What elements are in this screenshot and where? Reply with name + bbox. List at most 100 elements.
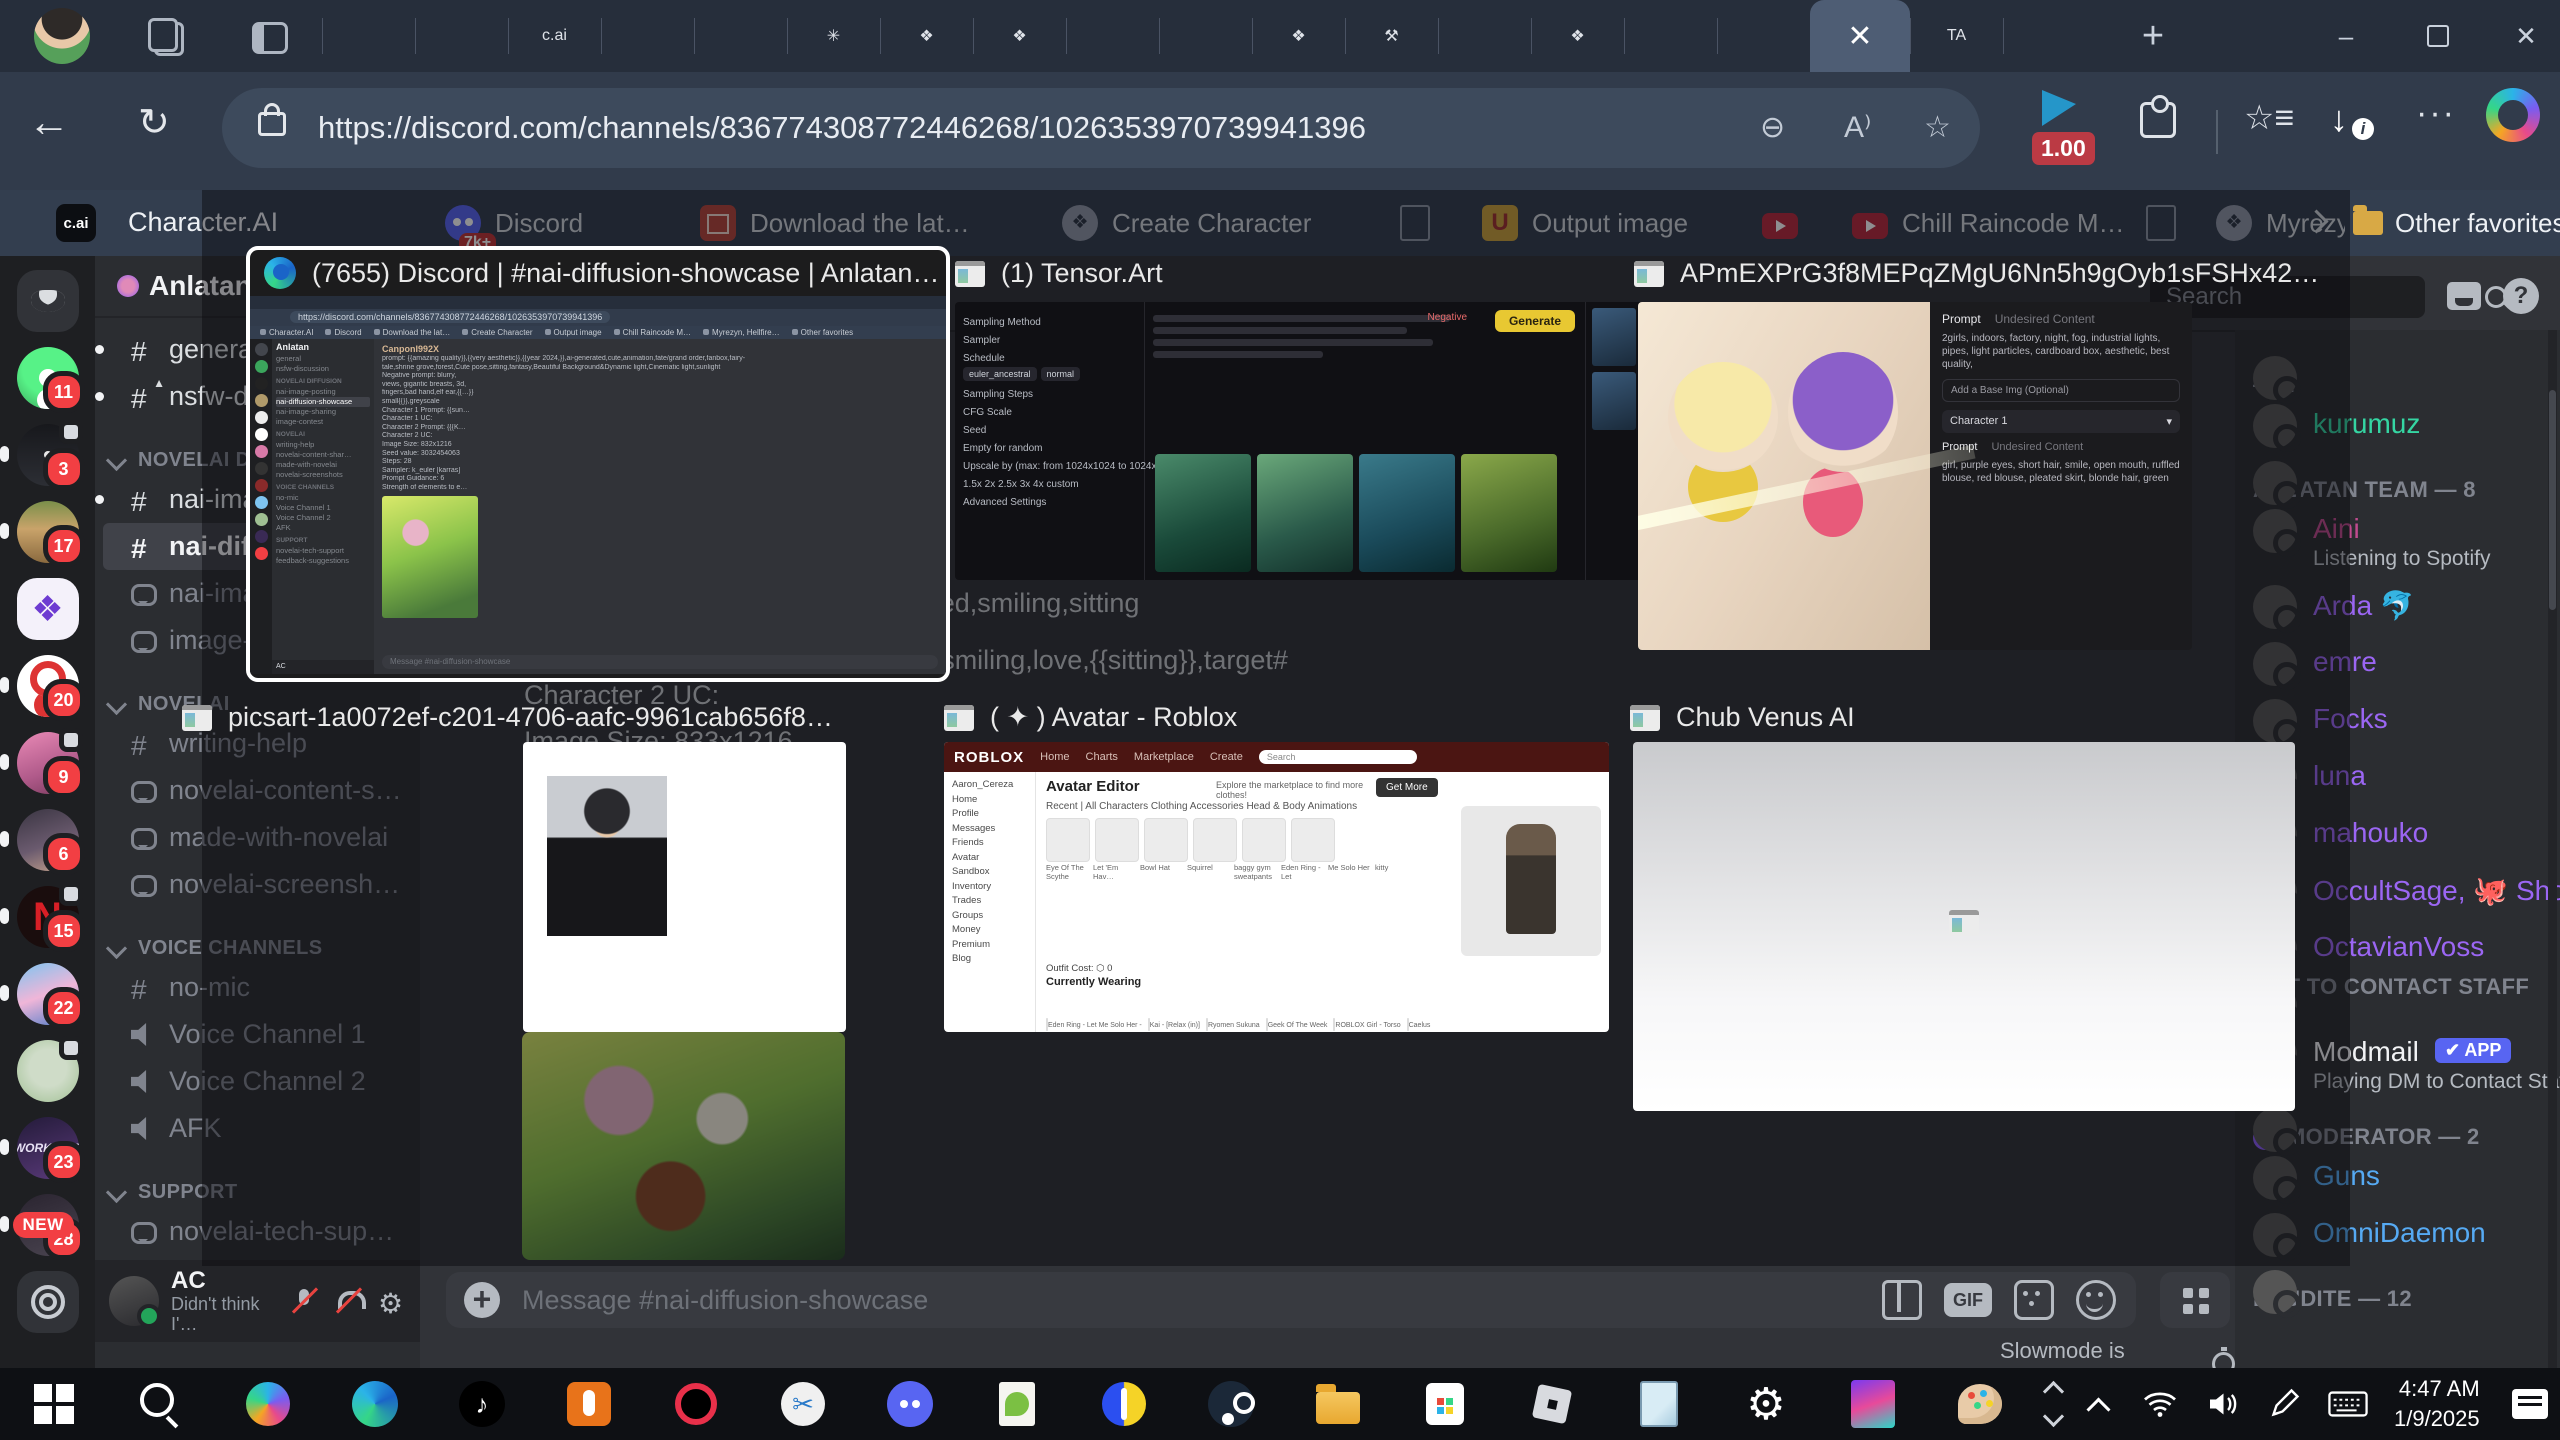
novelai-panel: Prompt Undesired Content 2girls, indoors…	[1930, 302, 2192, 650]
preview-title: (1) Tensor.Art	[1001, 258, 1163, 289]
channel-afk: AFK	[276, 523, 370, 533]
microsoft-store-taskbar-icon[interactable]	[1421, 1380, 1469, 1428]
taskbar-icons	[0, 1380, 2004, 1428]
discord-thumbnail: https://discord.com/channels/83677430877…	[250, 296, 946, 674]
anime-boy-image	[547, 776, 667, 936]
clock-time: 4:47 AM	[2394, 1374, 2480, 1404]
mini-address-bar: https://discord.com/channels/83677430877…	[250, 309, 946, 326]
site-icon	[1634, 261, 1664, 287]
mini-favorites-bar: Character.AI Discord Download the lat… C…	[250, 326, 946, 339]
negative-label: Negative	[1428, 312, 1467, 323]
hidden-icons-chevron[interactable]	[2082, 1387, 2116, 1421]
site-icon	[955, 261, 985, 287]
channel-feedback-suggestions: feedback-suggestions	[276, 556, 370, 566]
notepad-plus-plus-taskbar-icon[interactable]	[993, 1380, 1041, 1428]
blue-yellow-sphere-taskbar-icon[interactable]	[1100, 1380, 1148, 1428]
preview-card-image[interactable]: Prompt Undesired Content 2girls, indoors…	[1638, 302, 2192, 650]
tiktok-taskbar-icon[interactable]	[458, 1380, 506, 1428]
system-tray: 4:47 AM 1/9/2025	[2082, 1368, 2548, 1440]
start-button-icon[interactable]	[30, 1380, 78, 1428]
steam-taskbar-icon[interactable]	[1207, 1380, 1255, 1428]
taskbar-overflow-chevrons[interactable]	[2046, 1376, 2066, 1432]
roblox-logo: ROBLOX	[954, 749, 1024, 766]
channel-novelai-content-sharing: novelai-content-shar…	[276, 450, 370, 460]
preview-card-chub[interactable]	[1633, 742, 2295, 1111]
opera-gx-taskbar-icon[interactable]	[672, 1380, 720, 1428]
tab-preview-overlay: (7655) Discord | #nai-diffusion-showcase…	[0, 0, 2560, 1440]
mini-tab-strip	[250, 296, 946, 309]
mini-channel-list: Anlatan generalnsfw-discussionNOVELAI DI…	[272, 339, 374, 674]
generate-button[interactable]: Generate	[1495, 310, 1575, 332]
touch-app-taskbar-icon[interactable]	[565, 1380, 613, 1428]
notifications-icon[interactable]	[2512, 1389, 2548, 1419]
preview-title: (7655) Discord | #nai-diffusion-showcase…	[312, 258, 939, 289]
get-more-button[interactable]: Get More	[1376, 778, 1438, 797]
volume-icon[interactable]	[2204, 1386, 2240, 1422]
preview-card-tensor-title[interactable]: (1) Tensor.Art	[955, 258, 1163, 289]
clock-date: 1/9/2025	[2394, 1404, 2480, 1434]
settings-taskbar-icon[interactable]	[1742, 1380, 1790, 1428]
channel-nai-image-sharing: nai-image-sharing	[276, 407, 370, 417]
desktop: c.ai ✳ ❖ ❖ ❖ ⚒	[0, 0, 2560, 1440]
edge-icon	[264, 257, 296, 289]
preview-title: APmEXPrG3f8MEPqZMgU6Nn5h9gOyb1sFSHx42…	[1680, 258, 2319, 289]
edge-taskbar-icon[interactable]	[351, 1380, 399, 1428]
roblox-sidebar: Aaron_CerezaHomeProfileMessagesFriendsAv…	[944, 772, 1036, 1032]
touch-keyboard-icon[interactable]	[2328, 1386, 2368, 1422]
site-icon	[1630, 705, 1660, 731]
channel-novelai-tech-support: novelai-tech-support	[276, 546, 370, 556]
mini-url: https://discord.com/channels/83677430877…	[290, 311, 610, 323]
preview-title: ( ✦ ) Avatar - Roblox	[990, 702, 1237, 733]
copilot-taskbar-icon[interactable]	[244, 1380, 292, 1428]
paint-taskbar-icon[interactable]	[1956, 1380, 2004, 1428]
mini-server-rail	[250, 339, 272, 674]
file-explorer-taskbar-icon[interactable]	[1314, 1380, 1362, 1428]
channel-no-mic: no-mic	[276, 493, 370, 503]
channel-writing-help: writing-help	[276, 440, 370, 450]
uc-label: Undesired Content	[1995, 312, 2095, 326]
roblox-search[interactable]: Search	[1259, 750, 1417, 764]
preview-title: Chub Venus AI	[1676, 702, 1855, 733]
preview-card-roblox[interactable]: ROBLOX Home Charts Marketplace Create Se…	[944, 742, 1609, 1032]
mini-chat: CanponI992X prompt: {{amazing quality}},…	[374, 339, 946, 674]
channel-nai-image-posting: nai-image-posting	[276, 387, 370, 397]
taskbar-clock[interactable]: 4:47 AM 1/9/2025	[2394, 1374, 2480, 1434]
preview-card-tensor[interactable]: Sampling MethodSamplerSchedule euler_anc…	[955, 302, 1645, 580]
anime-app-taskbar-icon[interactable]	[1849, 1380, 1897, 1428]
roblox-top-bar: ROBLOX Home Charts Marketplace Create Se…	[944, 742, 1609, 772]
channel-voice-1: Voice Channel 1	[276, 503, 370, 513]
preview-card-picsart[interactable]	[523, 742, 846, 1032]
category-novelai: NOVELAI	[276, 430, 370, 440]
notepad-taskbar-icon[interactable]	[1635, 1380, 1683, 1428]
channel-nai-diffusion-showcase: nai-diffusion-showcase	[276, 397, 370, 407]
category-support: SUPPORT	[276, 536, 370, 546]
taskbar-search-icon[interactable]	[137, 1380, 185, 1428]
wifi-icon[interactable]	[2142, 1386, 2178, 1422]
category-voice-channels: VOICE CHANNELS	[276, 483, 370, 493]
channel-novelai-screenshots: novelai-screenshots	[276, 470, 370, 480]
preview-card-discord[interactable]: (7655) Discord | #nai-diffusion-showcase…	[246, 246, 950, 682]
character-row[interactable]: Character 1	[1950, 415, 2007, 428]
channel-made-with-novelai: made-with-novelai	[276, 460, 370, 470]
preview-card-chub-title[interactable]: Chub Venus AI	[1630, 702, 1855, 733]
category-novelai-diffusion: NOVELAI DIFFUSION	[276, 377, 370, 387]
channel-voice-2: Voice Channel 2	[276, 513, 370, 523]
prompt-text: 2girls, indoors, factory, night, fog, in…	[1942, 332, 2180, 371]
site-icon	[944, 705, 974, 731]
preview-card-roblox-title[interactable]: ( ✦ ) Avatar - Roblox	[944, 702, 1237, 733]
scissors-app-taskbar-icon[interactable]	[779, 1380, 827, 1428]
roblox-taskbar-icon[interactable]	[1528, 1380, 1576, 1428]
broken-image-icon	[1949, 910, 1979, 936]
anime-artwork	[1638, 302, 1930, 650]
channel-nsfw-discussion: nsfw-discussion	[276, 364, 370, 374]
item-grid	[1046, 818, 1346, 862]
avatar-preview	[1461, 806, 1601, 956]
discord-taskbar-icon[interactable]	[886, 1380, 934, 1428]
pen-icon[interactable]	[2266, 1386, 2302, 1422]
preview-card-picsart-title[interactable]: picsart-1a0072ef-c201-4706-aafc-9961cab6…	[182, 702, 833, 733]
channel-image-contest: image-contest	[276, 417, 370, 427]
preview-card-image-title[interactable]: APmEXPrG3f8MEPqZMgU6Nn5h9gOyb1sFSHx42…	[1634, 258, 2319, 289]
base-image-box[interactable]: Add a Base Img (Optional)	[1942, 379, 2180, 402]
prompt-label: Prompt	[1942, 312, 1981, 326]
channel-general: general	[276, 354, 370, 364]
